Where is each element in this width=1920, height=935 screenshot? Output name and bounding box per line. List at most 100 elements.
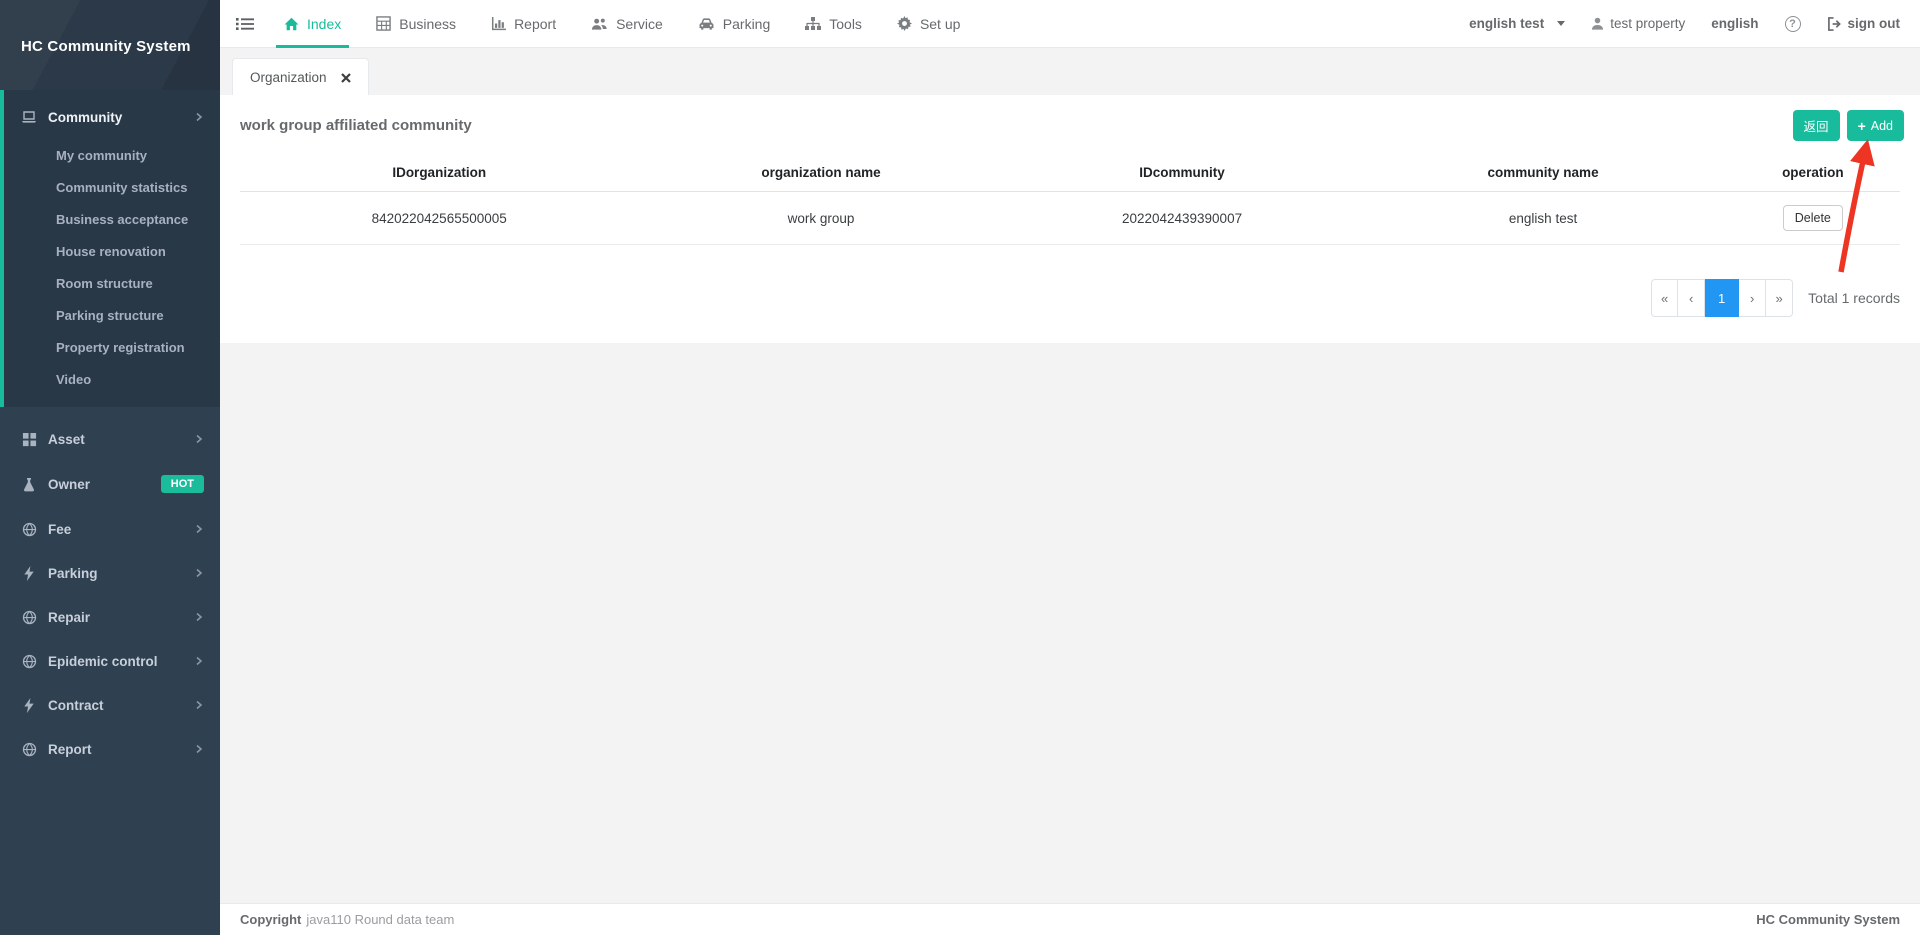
sidebar-item-owner[interactable]: Owner HOT <box>0 461 220 507</box>
tab-label: Set up <box>920 16 960 32</box>
table-row: 842022042565500005 work group 2022042439… <box>240 192 1900 245</box>
sidebar-item-contract[interactable]: Contract <box>0 683 220 727</box>
sidebar-subitem-community-statistics[interactable]: Community statistics <box>4 171 220 203</box>
footer-copyright-text: java110 Round data team <box>306 912 454 927</box>
globe-icon <box>21 741 37 757</box>
sidebar-item-epidemic-control[interactable]: Epidemic control <box>0 639 220 683</box>
chevron-right-icon <box>194 612 204 622</box>
chevron-right-icon <box>194 112 204 122</box>
tab-organization-label: Organization <box>250 70 327 85</box>
back-button[interactable]: 返回 <box>1793 110 1840 141</box>
chevron-right-icon <box>194 434 204 444</box>
bar-chart-icon <box>491 17 506 31</box>
hot-badge: HOT <box>161 475 204 493</box>
tab-organization[interactable]: Organization <box>232 58 369 95</box>
users-icon <box>591 17 608 31</box>
page-first-button[interactable]: « <box>1651 279 1678 317</box>
add-button[interactable]: +Add <box>1847 110 1904 141</box>
tab-tools[interactable]: Tools <box>805 0 862 48</box>
top-navbar: Index Business Report Service Parking <box>220 0 1920 48</box>
organization-table: IDorganization organization name IDcommu… <box>240 156 1900 245</box>
sidebar-subitem-my-community[interactable]: My community <box>4 139 220 171</box>
bolt-icon <box>21 697 37 713</box>
tab-label: Tools <box>829 16 862 32</box>
bolt-icon <box>21 565 37 581</box>
app-title: HC Community System <box>0 0 220 55</box>
sidebar-item-report[interactable]: Report <box>0 727 220 771</box>
content-panel: work group affiliated community 返回 +Add … <box>220 95 1920 343</box>
sidebar-item-label: Epidemic control <box>48 654 158 669</box>
footer-brand: HC Community System <box>1756 912 1900 927</box>
page-1-button[interactable]: 1 <box>1705 279 1739 317</box>
sitemap-icon <box>805 17 821 31</box>
delete-button[interactable]: Delete <box>1783 205 1843 231</box>
sidebar-subitem-house-renovation[interactable]: House renovation <box>4 235 220 267</box>
page-next-button[interactable]: › <box>1739 279 1766 317</box>
sidebar-item-fee[interactable]: Fee <box>0 507 220 551</box>
sidebar-subitem-video[interactable]: Video <box>4 363 220 395</box>
cell-id-community: 2022042439390007 <box>1004 192 1361 245</box>
panel-title: work group affiliated community <box>240 117 472 134</box>
community-selector[interactable]: english test <box>1469 16 1565 31</box>
sign-out-icon <box>1827 17 1842 31</box>
col-organization-name: organization name <box>638 156 1003 192</box>
page-prev-button[interactable]: ‹ <box>1678 279 1705 317</box>
tab-label: Index <box>307 16 341 32</box>
sidebar-item-label: Community <box>48 110 122 125</box>
pagination-row: « ‹ 1 › » Total 1 records <box>220 245 1920 317</box>
close-icon[interactable] <box>341 73 351 83</box>
tab-report[interactable]: Report <box>491 0 556 48</box>
tab-label: Service <box>616 16 663 32</box>
car-icon <box>698 17 715 31</box>
sign-out-button[interactable]: sign out <box>1827 16 1901 31</box>
globe-icon <box>21 521 37 537</box>
tab-index[interactable]: Index <box>284 0 341 48</box>
col-id-community: IDcommunity <box>1004 156 1361 192</box>
sidebar-subitem-room-structure[interactable]: Room structure <box>4 267 220 299</box>
cell-organization-name: work group <box>638 192 1003 245</box>
tab-business[interactable]: Business <box>376 0 456 48</box>
sidebar-item-community[interactable]: Community <box>4 95 220 139</box>
sidebar: HC Community System Community My communi… <box>0 0 220 935</box>
cell-id-organization: 842022042565500005 <box>240 192 638 245</box>
col-operation: operation <box>1726 156 1900 192</box>
tab-service[interactable]: Service <box>591 0 663 48</box>
laptop-icon <box>21 109 37 125</box>
chevron-right-icon <box>194 656 204 666</box>
current-property[interactable]: test property <box>1591 16 1685 31</box>
flask-icon <box>21 476 37 492</box>
plus-icon: + <box>1858 121 1866 131</box>
sidebar-item-asset[interactable]: Asset <box>0 417 220 461</box>
globe-icon <box>21 609 37 625</box>
app-logo[interactable]: HC Community System <box>0 0 220 90</box>
main-area: Index Business Report Service Parking <box>220 0 1920 935</box>
content-background <box>220 343 1920 903</box>
col-community-name: community name <box>1360 156 1725 192</box>
sidebar-item-label: Report <box>48 742 92 757</box>
table-icon <box>376 16 391 31</box>
footer-copyright-label: Copyright <box>240 912 301 927</box>
sidebar-item-parking[interactable]: Parking <box>0 551 220 595</box>
sidebar-subitem-business-acceptance[interactable]: Business acceptance <box>4 203 220 235</box>
total-records: Total 1 records <box>1808 290 1900 306</box>
help-icon[interactable]: ? <box>1785 16 1801 32</box>
language-switch[interactable]: english <box>1711 16 1758 31</box>
sidebar-subitem-parking-structure[interactable]: Parking structure <box>4 299 220 331</box>
sidebar-subitem-property-registration[interactable]: Property registration <box>4 331 220 363</box>
tab-set-up[interactable]: Set up <box>897 0 960 48</box>
chevron-right-icon <box>194 524 204 534</box>
home-icon <box>284 17 299 31</box>
sidebar-item-label: Contract <box>48 698 104 713</box>
grid-icon <box>21 431 37 447</box>
menu-toggle-icon[interactable] <box>236 16 254 32</box>
page-last-button[interactable]: » <box>1766 279 1793 317</box>
user-icon <box>1591 17 1604 30</box>
chevron-right-icon <box>194 568 204 578</box>
sidebar-item-label: Parking <box>48 566 98 581</box>
sidebar-item-label: Repair <box>48 610 90 625</box>
cell-community-name: english test <box>1360 192 1725 245</box>
tab-parking[interactable]: Parking <box>698 0 770 48</box>
sidebar-item-repair[interactable]: Repair <box>0 595 220 639</box>
panel-header: work group affiliated community 返回 +Add <box>220 95 1920 152</box>
tab-label: Report <box>514 16 556 32</box>
